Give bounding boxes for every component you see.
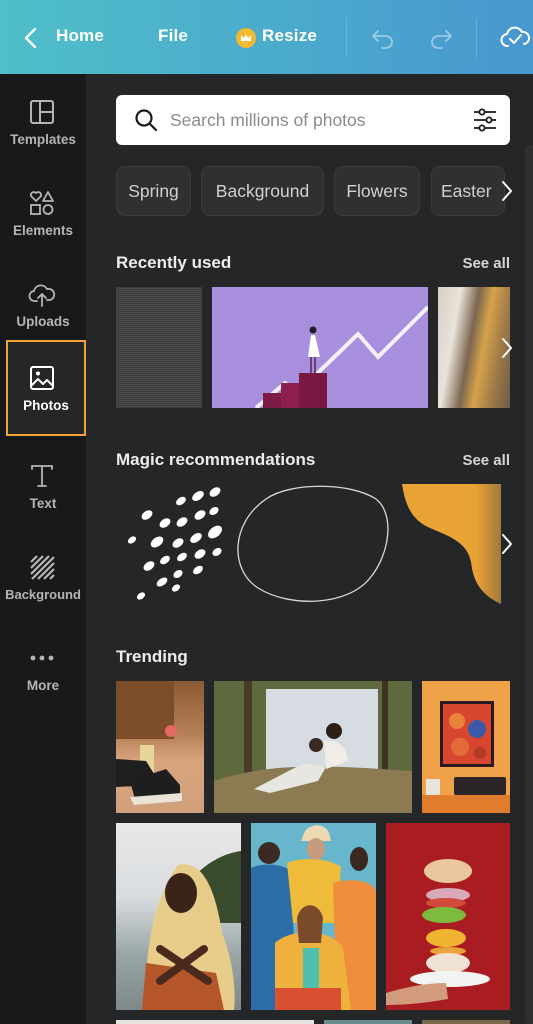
trending-item-floating-burger[interactable] xyxy=(386,823,510,1010)
sidebar-item-label: Background xyxy=(5,587,81,602)
file-menu-button[interactable]: File xyxy=(158,26,188,46)
trending-item-woman-hijab[interactable] xyxy=(116,823,241,1010)
chip-easter[interactable]: Easter xyxy=(431,166,505,216)
sidebar-item-label: Text xyxy=(29,496,57,511)
top-bar: Home File Resize xyxy=(0,0,533,74)
white-dots-pattern xyxy=(127,487,222,600)
recent-item-texture[interactable] xyxy=(116,287,202,408)
woman-hijab-photo xyxy=(142,851,241,1010)
growth-chart-illustration xyxy=(254,305,428,408)
search-box xyxy=(116,95,510,145)
sidebar-item-text[interactable]: Text xyxy=(0,442,86,530)
orange-wave-shape xyxy=(402,484,501,604)
background-hatch-icon xyxy=(30,555,55,580)
more-dots-icon xyxy=(30,655,54,661)
sidebar-item-background[interactable]: Background xyxy=(0,533,86,621)
see-all-magic-recommendations[interactable]: See all xyxy=(462,452,510,469)
sneakers-photo xyxy=(116,681,182,805)
section-title-recently-used: Recently used xyxy=(116,253,232,272)
blob-outline-shape xyxy=(237,485,389,602)
section-title-trending: Trending xyxy=(116,647,188,666)
chip-spring[interactable]: Spring xyxy=(116,166,191,216)
sidebar-item-label: Elements xyxy=(12,223,74,238)
undo-icon[interactable] xyxy=(370,27,396,49)
trending-item-partial[interactable] xyxy=(422,1020,510,1024)
trending-item-record-player[interactable] xyxy=(422,681,510,813)
trending-item-colorful-group[interactable] xyxy=(251,823,376,1010)
colorful-group-photo xyxy=(251,825,376,1010)
record-player-photo xyxy=(422,701,510,813)
section-title-magic-recommendations: Magic recommendations xyxy=(116,450,316,469)
recent-scroll-right-icon[interactable] xyxy=(500,337,514,359)
search-input[interactable] xyxy=(170,105,460,135)
sidebar-item-elements[interactable]: Elements xyxy=(0,169,86,257)
back-chevron-icon[interactable] xyxy=(22,27,40,49)
trending-item-sneakers[interactable] xyxy=(116,681,204,813)
see-all-recently-used[interactable]: See all xyxy=(462,255,510,272)
cloud-saved-icon[interactable] xyxy=(500,24,530,50)
trending-item-partial[interactable] xyxy=(116,1020,314,1024)
magic-item-orange-shape[interactable] xyxy=(401,484,501,604)
sidebar-item-uploads[interactable]: Uploads xyxy=(0,260,86,348)
sidebar-item-label: Photos xyxy=(23,398,69,413)
resize-button[interactable]: Resize xyxy=(262,26,317,46)
family-forest-photo xyxy=(214,681,412,813)
text-icon xyxy=(31,465,53,487)
elements-icon xyxy=(29,191,54,215)
sidebar-item-label: More xyxy=(26,678,60,693)
magic-item-dots-pattern[interactable] xyxy=(116,484,226,604)
chip-flowers[interactable]: Flowers xyxy=(334,166,420,216)
home-button[interactable]: Home xyxy=(56,26,104,46)
redo-icon[interactable] xyxy=(428,27,454,49)
sidebar-item-photos[interactable]: Photos xyxy=(6,340,86,436)
filter-sliders-icon[interactable] xyxy=(472,108,498,132)
templates-icon xyxy=(30,100,54,124)
photo-icon xyxy=(30,366,54,390)
sidebar-item-templates[interactable]: Templates xyxy=(0,78,86,166)
chip-background[interactable]: Background xyxy=(201,166,324,216)
sidebar-item-label: Templates xyxy=(10,132,76,147)
magic-scroll-right-icon[interactable] xyxy=(500,533,514,555)
recent-item-chart-illustration[interactable] xyxy=(212,287,428,408)
divider xyxy=(476,18,477,58)
panel-scrollbar[interactable] xyxy=(525,145,533,1024)
upload-cloud-icon xyxy=(28,284,56,307)
magic-item-blob-outline[interactable] xyxy=(230,484,390,604)
sidebar-item-more[interactable]: More xyxy=(0,624,86,712)
trending-item-family-forest[interactable] xyxy=(214,681,412,813)
crown-icon xyxy=(236,28,256,48)
trending-item-partial[interactable] xyxy=(324,1020,412,1024)
divider xyxy=(346,18,347,58)
chips-scroll-right-icon[interactable] xyxy=(500,180,514,202)
floating-burger-photo xyxy=(386,859,490,1005)
search-icon xyxy=(135,109,158,132)
sidebar-item-label: Uploads xyxy=(16,314,70,329)
